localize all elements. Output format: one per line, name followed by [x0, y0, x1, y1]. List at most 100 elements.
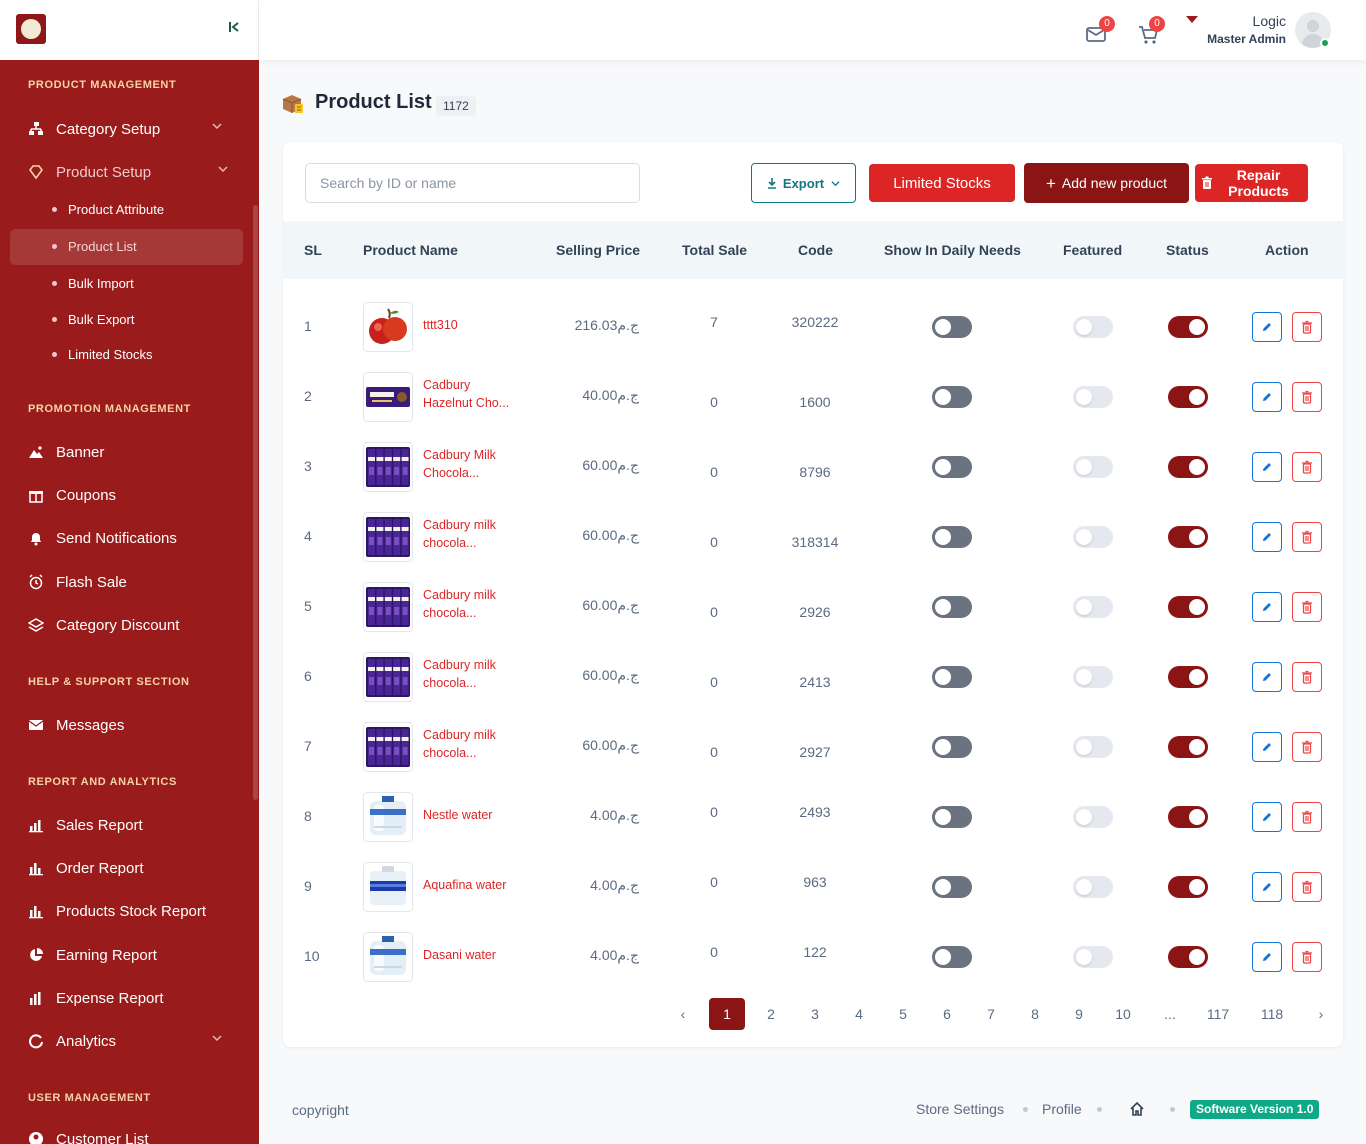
sidebar-item-product-setup[interactable]: Product Setup — [28, 160, 228, 184]
product-thumbnail[interactable] — [363, 652, 413, 702]
product-name-link[interactable]: Aquafina water — [423, 876, 523, 894]
daily-needs-toggle[interactable] — [932, 876, 972, 898]
delete-button[interactable] — [1292, 662, 1322, 692]
featured-toggle[interactable] — [1073, 876, 1113, 898]
pagination-next[interactable]: › — [1303, 998, 1339, 1030]
product-name-link[interactable]: tttt310 — [423, 316, 523, 334]
delete-button[interactable] — [1292, 592, 1322, 622]
status-toggle[interactable] — [1168, 806, 1208, 828]
pagination-page[interactable]: 5 — [885, 998, 921, 1030]
product-thumbnail[interactable] — [363, 302, 413, 352]
pagination-page[interactable]: 2 — [753, 998, 789, 1030]
sidebar-item-order-report[interactable]: Order Report — [28, 856, 144, 880]
product-name-link[interactable]: Cadbury Hazelnut Cho... — [423, 376, 523, 412]
delete-button[interactable] — [1292, 452, 1322, 482]
product-thumbnail[interactable] — [363, 792, 413, 842]
featured-toggle[interactable] — [1073, 666, 1113, 688]
pagination-page[interactable]: 8 — [1017, 998, 1053, 1030]
sidebar-subitem-product-attribute[interactable]: Product Attribute — [52, 199, 164, 219]
featured-toggle[interactable] — [1073, 526, 1113, 548]
sidebar-item-category-setup[interactable]: Category Setup — [28, 117, 222, 141]
pagination-page[interactable]: 4 — [841, 998, 877, 1030]
product-thumbnail[interactable] — [363, 582, 413, 632]
sidebar-item-expense-report[interactable]: Expense Report — [28, 986, 164, 1010]
pagination-prev[interactable]: ‹ — [665, 998, 701, 1030]
daily-needs-toggle[interactable] — [932, 736, 972, 758]
delete-button[interactable] — [1292, 942, 1322, 972]
sidebar-item-category-discount[interactable]: Category Discount — [28, 613, 179, 637]
search-input[interactable] — [305, 163, 640, 203]
pagination-page[interactable]: 1 — [709, 998, 745, 1030]
status-toggle[interactable] — [1168, 946, 1208, 968]
product-name-link[interactable]: Nestle water — [423, 806, 523, 824]
sidebar-item-analytics[interactable]: Analytics — [28, 1029, 222, 1053]
daily-needs-toggle[interactable] — [932, 386, 972, 408]
daily-needs-toggle[interactable] — [932, 526, 972, 548]
edit-button[interactable] — [1252, 522, 1282, 552]
sidebar-item-flash-sale[interactable]: Flash Sale — [28, 570, 127, 594]
sidebar-scrollbar[interactable] — [253, 205, 258, 800]
pagination-page[interactable]: 6 — [929, 998, 965, 1030]
delete-button[interactable] — [1292, 312, 1322, 342]
featured-toggle[interactable] — [1073, 946, 1113, 968]
limited-stocks-button[interactable]: Limited Stocks — [869, 164, 1015, 202]
product-name-link[interactable]: Cadbury milk chocola... — [423, 726, 523, 762]
featured-toggle[interactable] — [1073, 386, 1113, 408]
product-thumbnail[interactable] — [363, 862, 413, 912]
export-button[interactable]: Export — [751, 163, 856, 203]
sidebar-item-earning-report[interactable]: Earning Report — [28, 943, 157, 967]
pagination-page[interactable]: 117 — [1200, 998, 1236, 1030]
status-toggle[interactable] — [1168, 386, 1208, 408]
daily-needs-toggle[interactable] — [932, 666, 972, 688]
delete-button[interactable] — [1292, 872, 1322, 902]
daily-needs-toggle[interactable] — [932, 946, 972, 968]
product-thumbnail[interactable] — [363, 372, 413, 422]
sidebar-item-send-notifications[interactable]: Send Notifications — [28, 526, 177, 550]
product-thumbnail[interactable] — [363, 512, 413, 562]
status-toggle[interactable] — [1168, 316, 1208, 338]
delete-button[interactable] — [1292, 802, 1322, 832]
sidebar-item-banner[interactable]: Banner — [28, 440, 104, 464]
featured-toggle[interactable] — [1073, 596, 1113, 618]
pagination-page[interactable]: 7 — [973, 998, 1009, 1030]
product-thumbnail[interactable] — [363, 442, 413, 492]
product-name-link[interactable]: Cadbury milk chocola... — [423, 586, 523, 622]
status-toggle[interactable] — [1168, 736, 1208, 758]
pagination-page[interactable]: 118 — [1254, 998, 1290, 1030]
pagination-page[interactable]: 10 — [1105, 998, 1141, 1030]
featured-toggle[interactable] — [1073, 456, 1113, 478]
delete-button[interactable] — [1292, 522, 1322, 552]
sidebar-collapse-icon[interactable] — [224, 20, 244, 40]
product-name-link[interactable]: Cadbury milk chocola... — [423, 656, 523, 692]
repair-products-button[interactable]: Repair Products — [1195, 164, 1308, 202]
status-toggle[interactable] — [1168, 526, 1208, 548]
featured-toggle[interactable] — [1073, 316, 1113, 338]
add-new-product-button[interactable]: + Add new product — [1024, 163, 1189, 203]
product-name-link[interactable]: Cadbury milk chocola... — [423, 516, 523, 552]
status-toggle[interactable] — [1168, 596, 1208, 618]
sidebar-subitem-bulk-import[interactable]: Bulk Import — [52, 273, 134, 293]
product-thumbnail[interactable] — [363, 722, 413, 772]
product-name-link[interactable]: Cadbury Milk Chocola... — [423, 446, 523, 482]
daily-needs-toggle[interactable] — [932, 596, 972, 618]
featured-toggle[interactable] — [1073, 806, 1113, 828]
sidebar-item-messages[interactable]: Messages — [28, 713, 124, 737]
edit-button[interactable] — [1252, 662, 1282, 692]
edit-button[interactable] — [1252, 732, 1282, 762]
sidebar-item-customer-list[interactable]: Customer List — [28, 1127, 149, 1144]
daily-needs-toggle[interactable] — [932, 456, 972, 478]
pagination-page[interactable]: 9 — [1061, 998, 1097, 1030]
daily-needs-toggle[interactable] — [932, 316, 972, 338]
edit-button[interactable] — [1252, 452, 1282, 482]
featured-toggle[interactable] — [1073, 736, 1113, 758]
edit-button[interactable] — [1252, 942, 1282, 972]
user-dropdown-caret-icon[interactable] — [1186, 16, 1198, 23]
footer-link-profile[interactable]: Profile — [1042, 1101, 1082, 1117]
status-toggle[interactable] — [1168, 666, 1208, 688]
edit-button[interactable] — [1252, 312, 1282, 342]
sidebar-subitem-limited-stocks[interactable]: Limited Stocks — [52, 344, 153, 364]
store-logo[interactable] — [16, 14, 46, 44]
sidebar-item-sales-report[interactable]: Sales Report — [28, 813, 143, 837]
edit-button[interactable] — [1252, 872, 1282, 902]
edit-button[interactable] — [1252, 592, 1282, 622]
